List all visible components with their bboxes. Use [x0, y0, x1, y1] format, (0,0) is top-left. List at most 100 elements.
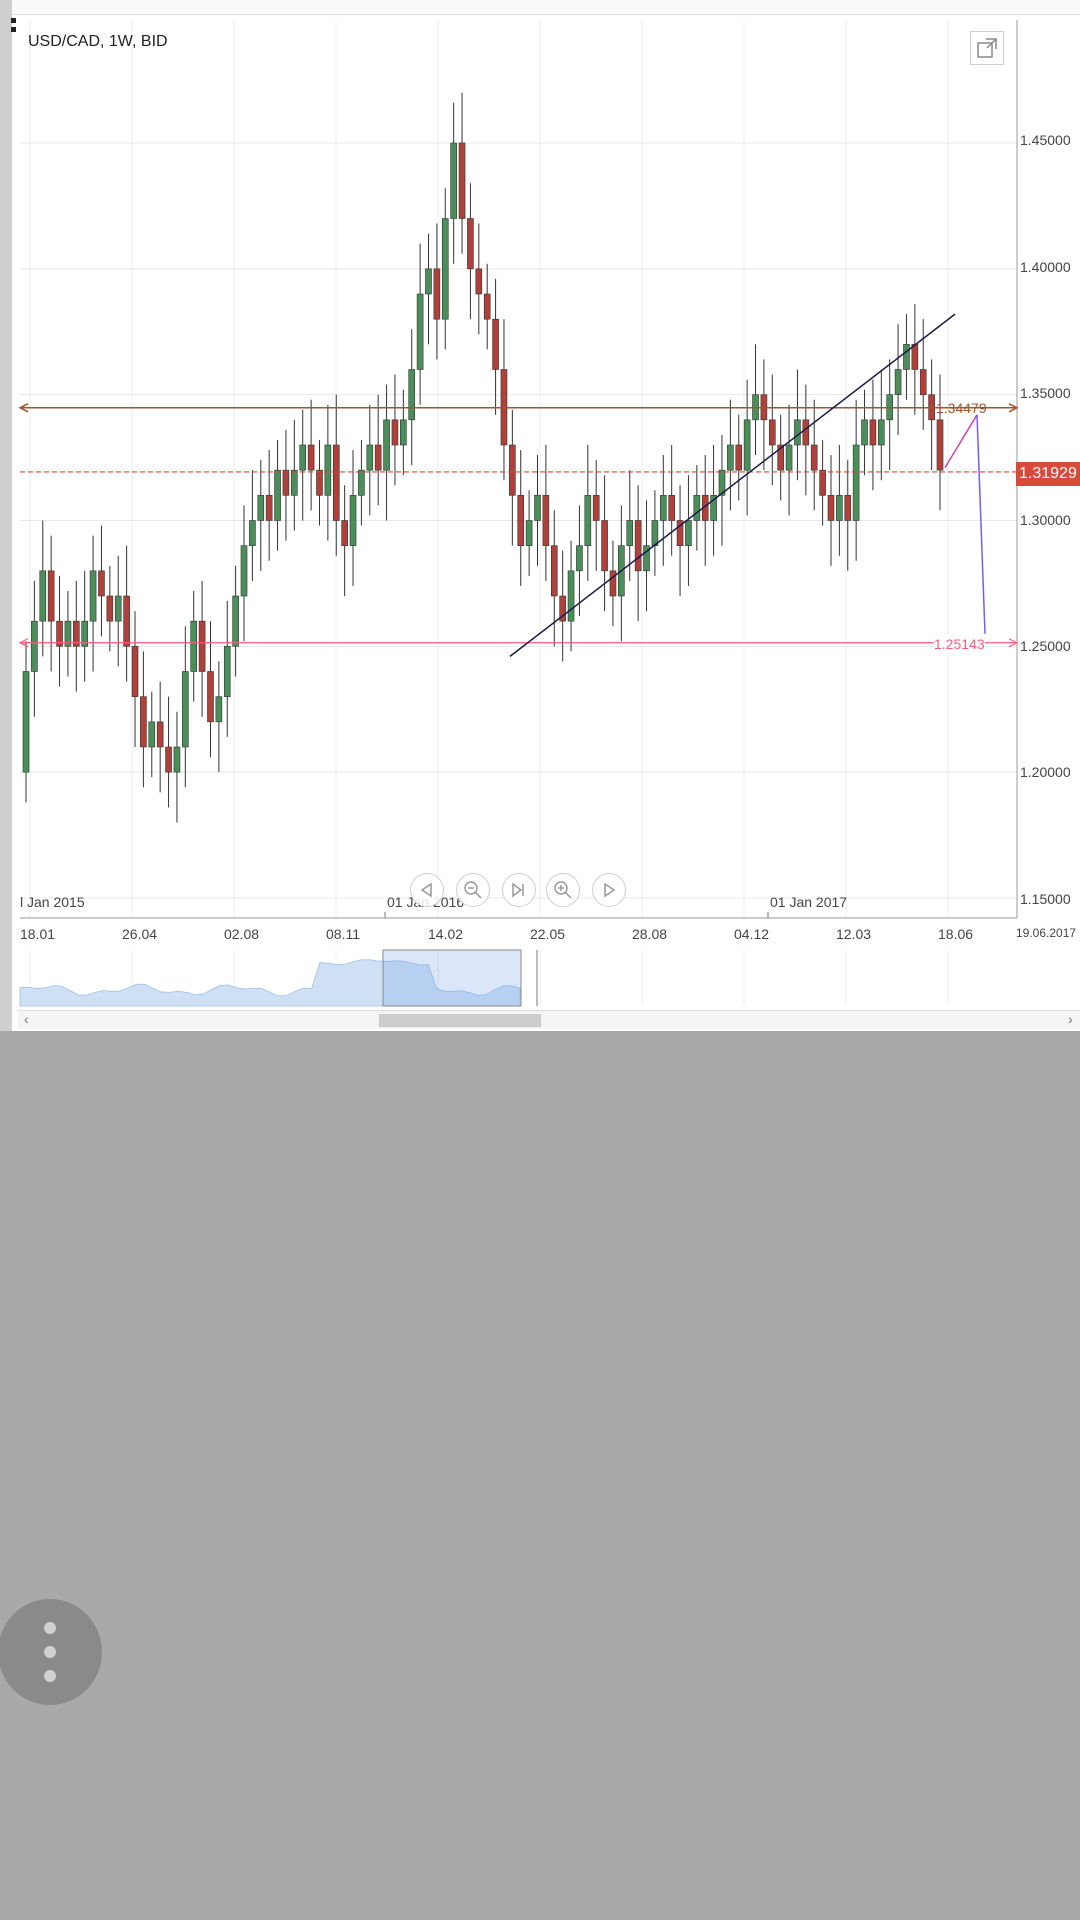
- candle-body: [609, 570, 617, 597]
- candle-body: [936, 419, 944, 471]
- candle-body: [743, 419, 751, 471]
- current-price-badge: 1.31929: [1016, 462, 1080, 486]
- candle-body: [282, 469, 290, 496]
- candle-body: [240, 545, 248, 597]
- candle-body: [265, 495, 273, 521]
- x-tick-label: 08.11: [326, 926, 360, 942]
- zoom-in-icon: [554, 881, 572, 899]
- candle-body: [400, 419, 407, 446]
- candle-body: [475, 268, 483, 295]
- candle-body: [852, 444, 860, 521]
- zoom-out-icon: [464, 881, 482, 899]
- resistance-level-label: 1.34479: [936, 400, 987, 416]
- candle-body: [22, 671, 30, 773]
- candle-body: [450, 142, 457, 219]
- candle-body: [525, 520, 533, 546]
- expand-icon: [977, 38, 997, 58]
- chart-canvas[interactable]: [0, 0, 1080, 1031]
- candle-body: [576, 545, 583, 572]
- candle-body: [299, 444, 307, 471]
- candle-body: [156, 721, 164, 748]
- x-tick-label: 02.08: [224, 926, 260, 942]
- candle-body: [391, 419, 399, 446]
- candle-body: [341, 520, 348, 546]
- expand-button[interactable]: [970, 31, 1004, 65]
- candle-body: [408, 369, 416, 421]
- scroll-right-icon[interactable]: ›: [1068, 1011, 1073, 1027]
- candle-body: [47, 570, 55, 622]
- candle-body: [810, 444, 818, 471]
- candle-body: [165, 746, 172, 773]
- play-icon: [604, 882, 616, 898]
- scroll-thumb[interactable]: [379, 1014, 541, 1027]
- y-tick-label: 1.40000: [1020, 259, 1071, 275]
- x-tick-label: 28.08: [632, 926, 668, 942]
- y-tick-label: 1.20000: [1020, 764, 1071, 780]
- candle-body: [802, 419, 810, 446]
- candle-body: [316, 469, 323, 496]
- candle-body: [659, 495, 667, 521]
- candle-body: [534, 495, 541, 521]
- chart-panel: USD/CAD, 1W, BID 1.45000 1.40000 1.35000…: [0, 0, 1080, 1031]
- candle-body: [89, 570, 97, 622]
- candle-body: [768, 419, 776, 446]
- x-tick-label: 14.02: [428, 926, 464, 942]
- candle-body: [374, 444, 382, 471]
- zoom-out-button[interactable]: [456, 873, 490, 907]
- x-tick-label: 19.06.2017: [1016, 926, 1077, 940]
- candle-body: [567, 570, 575, 622]
- more-options-button[interactable]: [0, 1599, 102, 1705]
- candle-body: [894, 369, 902, 395]
- candle-body: [584, 495, 592, 546]
- candle-body: [861, 419, 868, 446]
- chart-scrollbar[interactable]: ‹ ›: [18, 1010, 1080, 1029]
- candle-body: [307, 444, 315, 471]
- chart-title: USD/CAD, 1W, BID: [28, 33, 168, 50]
- play-button[interactable]: [592, 873, 626, 907]
- candle-body: [182, 671, 189, 748]
- candle-body: [509, 444, 516, 496]
- y-tick-label: 1.30000: [1020, 512, 1071, 528]
- candle-body: [651, 520, 659, 546]
- candle-body: [190, 620, 198, 672]
- candle-body: [903, 344, 910, 370]
- candle-body: [685, 520, 692, 546]
- y-tick-label: 1.45000: [1020, 132, 1071, 148]
- candle-body: [106, 595, 114, 622]
- candle-body: [785, 444, 793, 471]
- candle-body: [827, 495, 835, 521]
- candle-body: [794, 419, 801, 446]
- candle-body: [249, 520, 256, 546]
- x-tick-label: 18.01: [20, 926, 56, 942]
- candle-body: [668, 495, 675, 521]
- candle-body: [458, 142, 466, 219]
- candle-body: [358, 469, 365, 496]
- candle-body: [693, 495, 701, 521]
- candle-body: [467, 218, 474, 270]
- candle-body: [836, 495, 843, 521]
- candle-body: [869, 419, 877, 446]
- candle-body: [123, 595, 130, 647]
- candle-body: [140, 696, 147, 748]
- support-level-label: 1.25143: [934, 636, 985, 652]
- candle-body: [274, 469, 281, 521]
- candle-body: [31, 620, 38, 672]
- skip-end-button[interactable]: [502, 873, 536, 907]
- candle-body: [517, 495, 525, 546]
- candle-body: [332, 444, 340, 521]
- y-tick-label: 1.35000: [1020, 385, 1071, 401]
- candle-body: [232, 595, 239, 647]
- navigator-window: [382, 949, 522, 1007]
- x-tick-label: 22.05: [530, 926, 566, 942]
- zoom-in-button[interactable]: [546, 873, 580, 907]
- candle-body: [324, 444, 332, 496]
- nav-back-button[interactable]: [410, 873, 444, 907]
- candle-body: [483, 293, 491, 320]
- candle-body: [223, 646, 231, 697]
- candle-body: [492, 318, 499, 370]
- x-tick-label: 18.06: [938, 926, 974, 942]
- candle-body: [441, 218, 449, 320]
- candle-body: [291, 469, 298, 496]
- scroll-left-icon[interactable]: ‹: [24, 1011, 29, 1027]
- candle-body: [215, 696, 223, 723]
